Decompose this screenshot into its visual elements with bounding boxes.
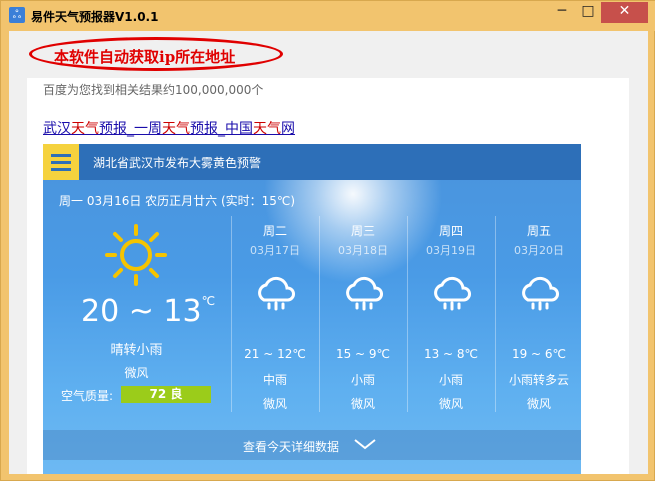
day-date: 03月18日 (338, 244, 388, 257)
today-temp-unit: ℃ (201, 294, 216, 308)
link-part: 网 (281, 121, 295, 137)
chevron-down-icon (354, 439, 376, 450)
day-name: 周二 (262, 224, 287, 238)
maximize-button[interactable]: □ (575, 2, 601, 23)
notice-text: 本软件自动获取ip所在地址 (54, 48, 236, 66)
forecast-day[interactable]: 周三 03月18日 15 ~ 9℃ 小雨 微风 (319, 216, 405, 412)
day-name: 周五 (526, 224, 551, 238)
today-temp-value: 20 ~ 13 (81, 294, 202, 329)
day-date: 03月19日 (426, 244, 476, 257)
day-name: 周三 (350, 224, 375, 238)
rain-cloud-icon (346, 276, 383, 311)
link-part: 武汉 (43, 121, 71, 137)
day-condition: 小雨转多云 (508, 373, 569, 387)
notice-oval: 本软件自动获取ip所在地址 (29, 37, 283, 71)
today-condition: 晴转小雨 (110, 343, 163, 358)
day-date: 03月20日 (514, 244, 564, 257)
close-button[interactable]: ✕ (601, 2, 648, 23)
day-wind: 微风 (526, 397, 551, 411)
day-temperature: 21 ~ 12℃ (244, 347, 306, 361)
sun-icon (105, 224, 167, 286)
link-part-highlight: 天气 (253, 121, 281, 137)
rain-cloud-icon (258, 276, 295, 311)
aqi-badge: 72 良 (121, 386, 211, 403)
weather-warning[interactable]: 湖北省武汉市发布大雾黄色预警 (93, 154, 261, 171)
more-details-bar[interactable]: 查看今天详细数据 (43, 430, 581, 460)
today-temperature: 20 ~ 13℃ (81, 294, 215, 329)
more-details-text: 查看今天详细数据 (243, 440, 340, 454)
day-wind: 微风 (350, 397, 375, 411)
app-icon: ஃ (9, 7, 25, 23)
day-condition: 小雨 (350, 373, 375, 387)
aqi-label: 空气质量: (61, 389, 114, 403)
forecast-day[interactable]: 周五 03月20日 19 ~ 6℃ 小雨转多云 微风 (495, 216, 581, 412)
today-date-line: 周一 03月16日 农历正月廿六 (实时：15℃) (59, 194, 296, 208)
minimize-button[interactable]: ─ (549, 2, 575, 23)
day-temperature: 19 ~ 6℃ (511, 347, 567, 361)
app-window: ஃ 易件天气预报器V1.0.1 ─ □ ✕ 本软件自动获取ip所在地址 百度为您… (0, 0, 655, 481)
window-title: 易件天气预报器V1.0.1 (31, 10, 159, 24)
weather-card: 湖北省武汉市发布大雾黄色预警 周一 03月16日 农历正月廿六 (实时：15℃) (43, 144, 581, 474)
title-bar[interactable]: ஃ 易件天气预报器V1.0.1 ─ □ ✕ (1, 1, 655, 31)
link-part: 预报_一周 (99, 121, 162, 137)
day-temperature: 15 ~ 9℃ (335, 347, 391, 361)
forecast-day[interactable]: 周二 03月17日 21 ~ 12℃ 中雨 微风 (231, 216, 317, 412)
client-area: 本软件自动获取ip所在地址 百度为您找到相关结果约100,000,000个 武汉… (9, 31, 648, 474)
menu-icon[interactable] (43, 144, 79, 180)
link-part: 预报_中国 (190, 121, 253, 137)
day-name: 周四 (438, 224, 463, 238)
result-count: 百度为您找到相关结果约100,000,000个 (43, 83, 264, 97)
day-condition: 中雨 (262, 373, 287, 387)
browser-panel: 百度为您找到相关结果约100,000,000个 武汉天气预报_一周天气预报_中国… (27, 78, 629, 474)
forecast-day[interactable]: 周四 03月19日 13 ~ 8℃ 小雨 微风 (407, 216, 493, 412)
result-link[interactable]: 武汉天气预报_一周天气预报_中国天气网 (43, 118, 295, 138)
link-part-highlight: 天气 (71, 121, 99, 137)
link-part-highlight: 天气 (162, 121, 190, 137)
card-header: 湖北省武汉市发布大雾黄色预警 (43, 144, 581, 180)
day-date: 03月17日 (250, 244, 300, 257)
day-condition: 小雨 (438, 373, 463, 387)
rain-cloud-icon (434, 276, 471, 311)
rain-cloud-icon (522, 276, 559, 311)
day-wind: 微风 (262, 397, 287, 411)
today-wind: 微风 (124, 366, 149, 380)
day-wind: 微风 (438, 397, 463, 411)
day-temperature: 13 ~ 8℃ (423, 347, 479, 361)
